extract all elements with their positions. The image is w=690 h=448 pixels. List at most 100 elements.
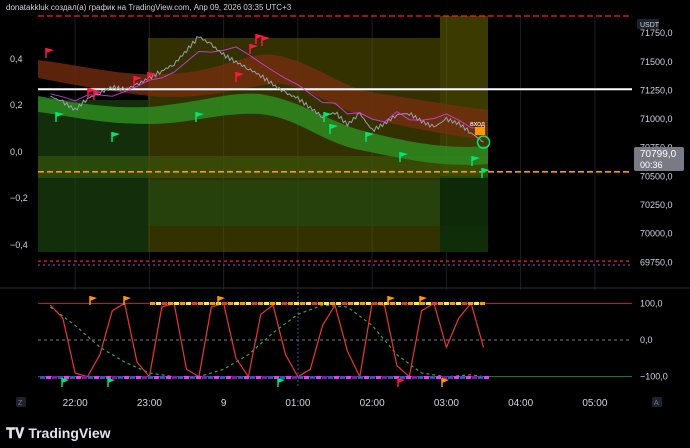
stripe-top: [228, 302, 233, 305]
stripe-bottom: [64, 376, 69, 379]
stripe-bottom: [346, 376, 351, 379]
stripe-bottom: [172, 376, 177, 379]
stripe-bottom: [466, 376, 471, 379]
stripe-bottom: [148, 376, 153, 379]
tradingview-logo[interactable]: 𝐓𝐕 TradingView: [6, 425, 111, 442]
stripe-bottom: [454, 376, 459, 379]
stripe-bottom: [82, 376, 87, 379]
stripe-bottom: [388, 376, 393, 379]
stripe-bottom: [232, 376, 237, 379]
stripe-bottom: [280, 376, 285, 379]
oscillator-pane[interactable]: 100,0 0,0 −100,0: [38, 290, 668, 390]
time-tick-label: 05:00: [582, 398, 607, 409]
stripe-top: [408, 302, 413, 305]
stripe-bottom: [310, 376, 315, 379]
left-axis: 0,4 0,2 0,0 −0,2 −0,4: [10, 54, 28, 250]
left-tick-label: −0,4: [10, 240, 28, 250]
price-axis[interactable]: USDT 71750,071500,071250,071000,070750,0…: [632, 16, 690, 284]
stripe-bottom: [166, 376, 171, 379]
time-axis[interactable]: 22:00 23:00 9 01:00 02:00 03:00 04:00 05:00: [63, 398, 608, 409]
stripe-bottom: [202, 376, 207, 379]
stripe-bottom: [334, 376, 339, 379]
stripe-top: [306, 302, 311, 305]
stripe-bottom: [94, 376, 99, 379]
brand-label: TradingView: [28, 425, 111, 441]
stripe-bottom: [472, 376, 477, 379]
stripe-bottom: [424, 376, 429, 379]
price-tick-label: 71250,0: [640, 85, 673, 95]
stripe-bottom: [298, 376, 303, 379]
stripe-bottom: [88, 376, 93, 379]
stripe-bottom: [220, 376, 225, 379]
stripe-top: [246, 302, 251, 305]
stripe-top: [288, 302, 293, 305]
stripe-bottom: [460, 376, 465, 379]
stripe-bottom: [208, 376, 213, 379]
stripe-bottom: [286, 376, 291, 379]
stripe-top: [168, 302, 173, 305]
stripe-top: [348, 302, 353, 305]
stripe-bottom: [112, 376, 117, 379]
stripe-top: [450, 302, 455, 305]
stripe-top: [210, 302, 215, 305]
stripe-top: [480, 302, 485, 305]
chart-canvas[interactable]: вход USDT 71750,071500,071250,071000,070…: [0, 0, 690, 448]
time-tick-label: 04:00: [508, 398, 533, 409]
stripe-bottom: [238, 376, 243, 379]
stripe-bottom: [46, 376, 51, 379]
stripe-bottom: [340, 376, 345, 379]
stripe-top: [456, 302, 461, 305]
stripe-bottom: [448, 376, 453, 379]
stripe-bottom: [436, 376, 441, 379]
price-tick-label: 70000,0: [640, 229, 673, 239]
stripe-top: [312, 302, 317, 305]
current-price-label: 70799,0: [640, 149, 677, 160]
stripe-bottom: [304, 376, 309, 379]
price-tick-label: 70250,0: [640, 200, 673, 210]
stripe-top: [390, 302, 395, 305]
stripe-bottom: [52, 376, 57, 379]
price-tick-label: 71500,0: [640, 57, 673, 67]
stripe-bottom: [124, 376, 129, 379]
stripe-bottom: [40, 376, 45, 379]
stripe-top: [264, 302, 269, 305]
stripe-top: [426, 302, 431, 305]
stripe-top: [402, 302, 407, 305]
stripe-top: [432, 302, 437, 305]
price-tick-label: 70500,0: [640, 171, 673, 181]
stripe-top: [336, 302, 341, 305]
stripe-bottom: [430, 376, 435, 379]
stripe-bottom: [262, 376, 267, 379]
stripe-top: [342, 302, 347, 305]
svg-text:Z: Z: [18, 400, 23, 407]
stripe-bottom: [352, 376, 357, 379]
stripe-bottom: [370, 376, 375, 379]
stripe-top: [186, 302, 191, 305]
stripe-bottom: [406, 376, 411, 379]
price-tick-label: 71000,0: [640, 114, 673, 124]
stripe-bottom: [328, 376, 333, 379]
stripe-top: [462, 302, 467, 305]
stripe-top: [198, 302, 203, 305]
price-tick-label: 71750,0: [640, 28, 673, 38]
time-tick-label: 03:00: [434, 398, 459, 409]
stripe-bottom: [400, 376, 405, 379]
stripe-top: [354, 302, 359, 305]
svg-text:A: A: [654, 400, 659, 407]
stripe-bottom: [376, 376, 381, 379]
stripe-bottom: [118, 376, 123, 379]
stripe-bottom: [142, 376, 147, 379]
stripe-top: [252, 302, 257, 305]
stripe-bottom: [322, 376, 327, 379]
stripe-bottom: [256, 376, 261, 379]
stripe-bottom: [70, 376, 75, 379]
stripe-top: [378, 302, 383, 305]
stripe-top: [240, 302, 245, 305]
footer: 𝐓𝐕 TradingView: [0, 419, 690, 448]
stripe-top: [222, 302, 227, 305]
stripe-bottom: [190, 376, 195, 379]
stripe-bottom: [382, 376, 387, 379]
stripe-top: [276, 302, 281, 305]
stripe-top: [294, 302, 299, 305]
stripe-bottom: [196, 376, 201, 379]
